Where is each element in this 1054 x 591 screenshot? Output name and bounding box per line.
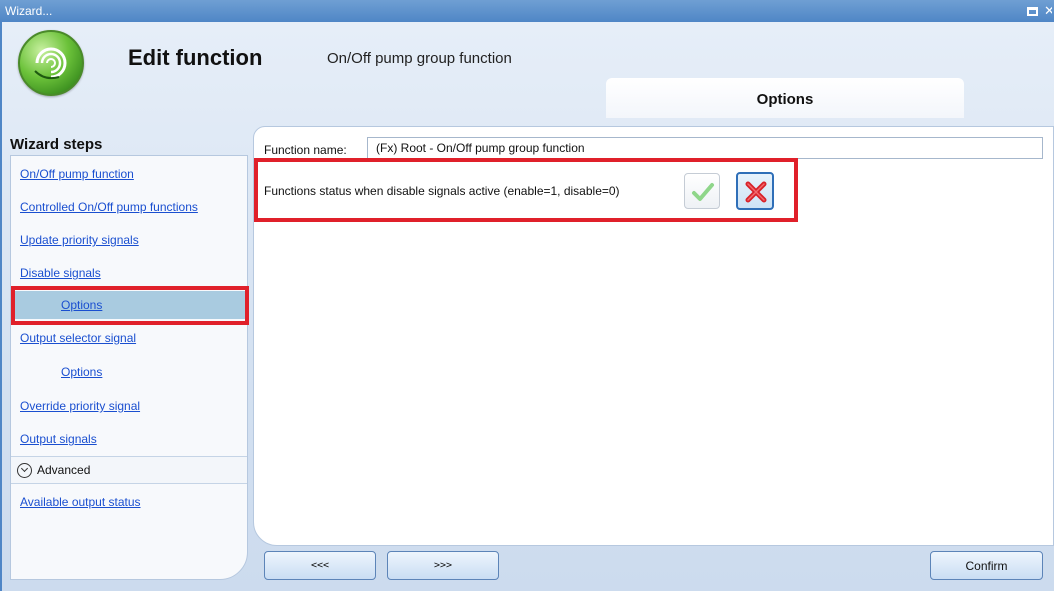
spiral-logo-icon: [18, 30, 84, 96]
confirm-button[interactable]: Confirm: [930, 551, 1043, 580]
enable-button[interactable]: [684, 173, 720, 209]
disable-button[interactable]: [736, 172, 774, 210]
function-name-label: Function name:: [264, 143, 347, 157]
function-name-input[interactable]: [367, 137, 1043, 159]
step-override-priority-signal[interactable]: Override priority signal: [11, 392, 247, 420]
wizard-steps-panel: On/Off pump function Controlled On/Off p…: [10, 155, 248, 580]
checkmark-icon: [692, 183, 714, 201]
step-output-selector-options[interactable]: Options: [11, 358, 247, 386]
restore-icon[interactable]: [1027, 6, 1038, 16]
step-output-selector-signal[interactable]: Output selector signal: [11, 324, 247, 352]
next-button[interactable]: >>>: [387, 551, 499, 580]
window-titlebar: Wizard... ✕: [0, 0, 1054, 22]
page-subtitle: On/Off pump group function: [327, 50, 512, 67]
step-disable-signals-options[interactable]: Options: [11, 291, 247, 319]
step-controlled-onoff-pump-functions[interactable]: Controlled On/Off pump functions: [11, 193, 247, 221]
window-title: Wizard...: [5, 4, 53, 18]
step-output-signals[interactable]: Output signals: [11, 425, 247, 453]
step-available-output-status[interactable]: Available output status: [11, 488, 247, 516]
wizard-steps-title: Wizard steps: [10, 136, 103, 153]
advanced-toggle[interactable]: Advanced: [11, 456, 247, 484]
page-title: Edit function: [128, 45, 263, 70]
previous-button[interactable]: <<<: [264, 551, 376, 580]
disable-status-label: Functions status when disable signals ac…: [264, 184, 620, 198]
step-update-priority-signals[interactable]: Update priority signals: [11, 226, 247, 254]
window-controls: ✕: [1027, 0, 1054, 22]
close-icon[interactable]: ✕: [1044, 0, 1052, 22]
tab-options[interactable]: Options: [606, 78, 964, 118]
chevron-down-circle-icon: [17, 463, 32, 478]
step-disable-signals[interactable]: Disable signals: [11, 259, 247, 287]
step-onoff-pump-function[interactable]: On/Off pump function: [11, 160, 247, 188]
cross-icon: [745, 181, 767, 203]
advanced-label: Advanced: [37, 463, 91, 477]
